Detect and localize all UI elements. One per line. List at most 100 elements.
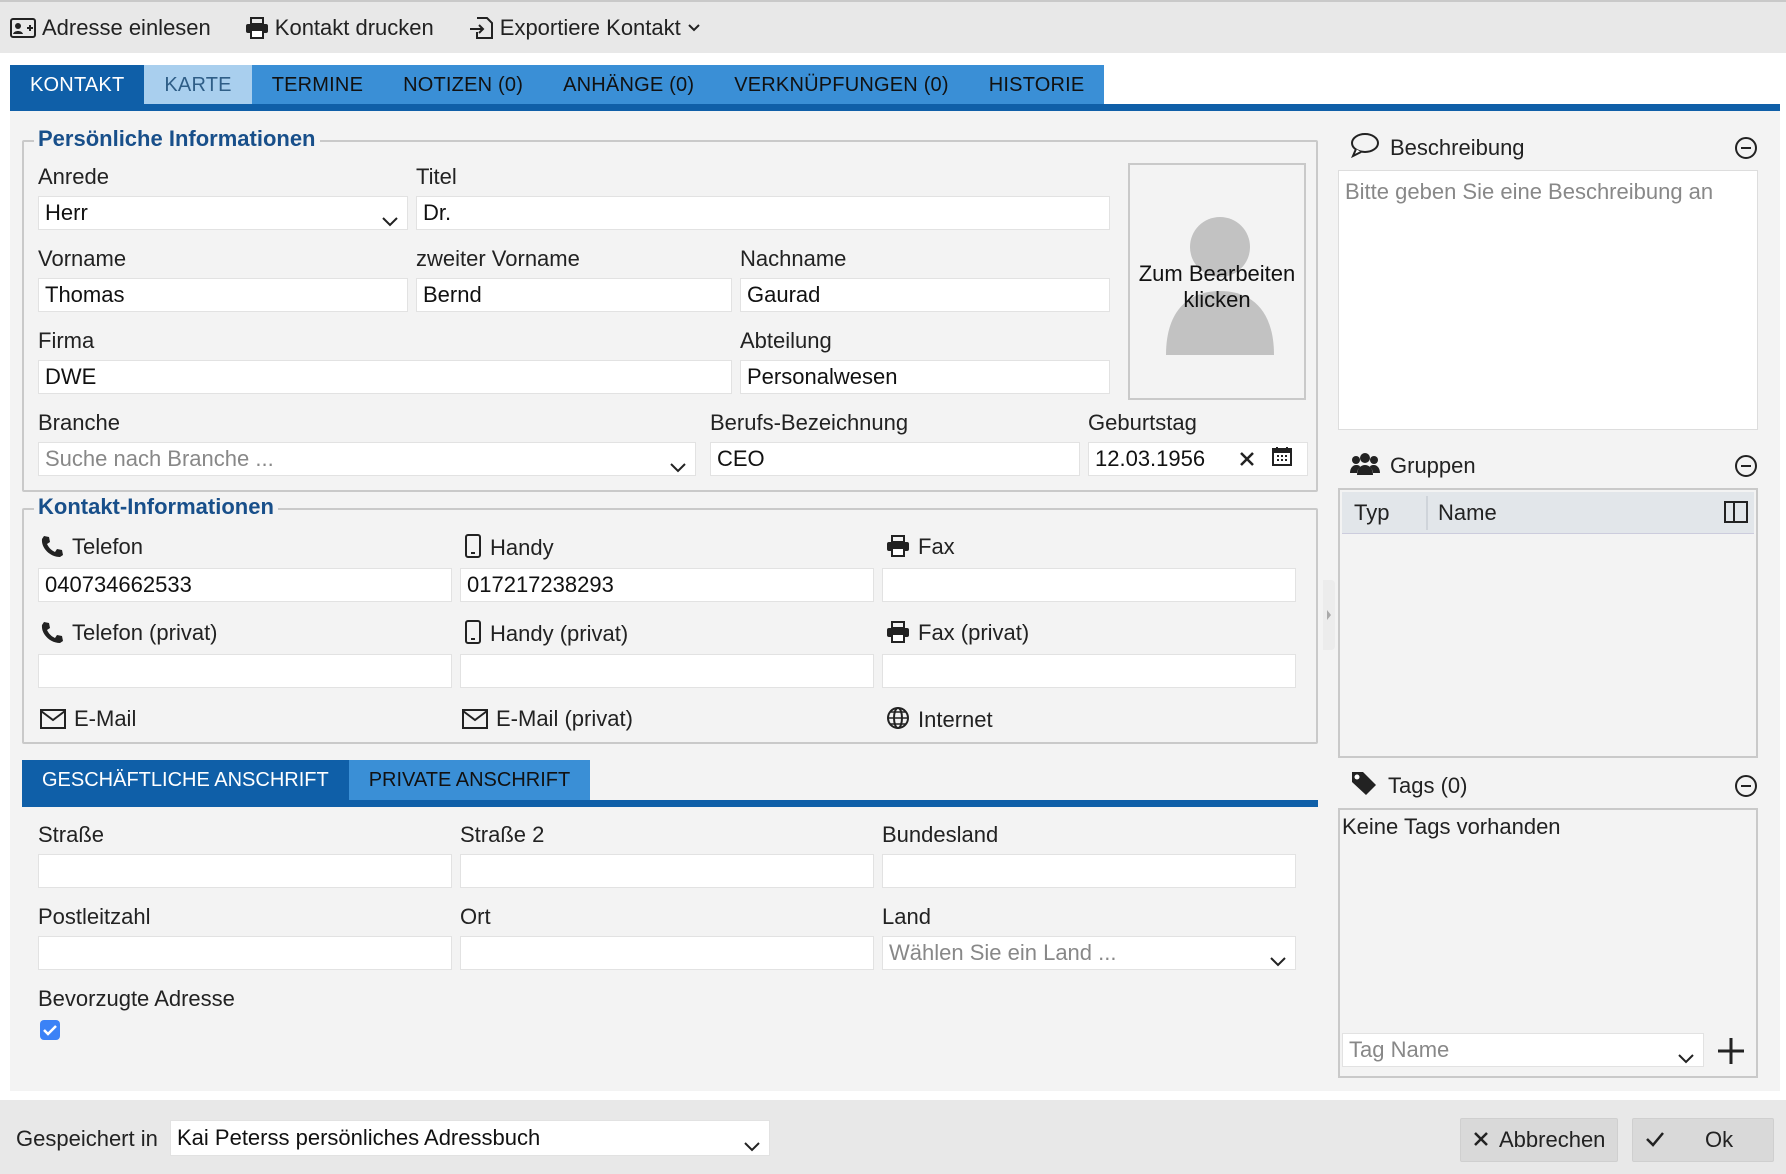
description-textarea[interactable]: Bitte geben Sie eine Beschreibung an (1338, 170, 1758, 430)
lastname-input[interactable]: Gaurad (740, 278, 1110, 312)
email-label: E-Mail (40, 706, 136, 735)
export-contact-label: Exportiere Kontakt (499, 14, 681, 40)
middlename-input[interactable]: Bernd (416, 278, 732, 312)
envelope-icon (462, 709, 488, 735)
address-book-value: Kai Peterss persönliches Adressbuch (177, 1125, 541, 1150)
preferred-address-label: Bevorzugte Adresse (38, 986, 235, 1011)
phone-private-input[interactable] (38, 654, 452, 688)
toolbar: Adresse einlesen Kontakt drucken Exporti… (0, 0, 1786, 53)
chevron-down-icon (743, 1129, 761, 1155)
envelope-icon (40, 709, 66, 735)
tab-business-address[interactable]: GESCHÄFTLICHE ANSCHRIFT (22, 760, 349, 800)
collapse-groups-icon[interactable] (1734, 454, 1758, 484)
job-title-input[interactable]: CEO (710, 442, 1080, 476)
checkmark-icon (1645, 1127, 1665, 1153)
tags-header: Tags (0) (1338, 766, 1758, 806)
groups-grid-header: Typ Name (1342, 492, 1754, 534)
salutation-value: Herr (45, 200, 88, 225)
industry-label: Branche (38, 410, 120, 435)
read-address-button[interactable]: Adresse einlesen (10, 15, 211, 41)
add-tag-icon[interactable] (1716, 1036, 1746, 1072)
state-label: Bundesland (882, 822, 999, 847)
tab-private-address[interactable]: PRIVATE ANSCHRIFT (348, 760, 591, 800)
contact-photo[interactable]: Zum Bearbeiten klicken (1128, 163, 1306, 400)
mobile-input[interactable]: 017217238293 (460, 568, 874, 602)
internet-label: Internet (886, 706, 993, 736)
salutation-label: Anrede (38, 164, 109, 189)
fax-private-label: Fax (privat) (886, 620, 1029, 649)
chevron-down-icon (381, 205, 399, 229)
phone-input[interactable]: 040734662533 (38, 568, 452, 602)
zip-input[interactable] (38, 936, 452, 970)
close-icon (1473, 1127, 1489, 1153)
street-input[interactable] (38, 854, 452, 888)
department-input[interactable]: Personalwesen (740, 360, 1110, 394)
clear-date-icon[interactable] (1238, 448, 1256, 474)
collapse-tags-icon[interactable] (1734, 774, 1758, 804)
company-input[interactable]: DWE (38, 360, 732, 394)
industry-placeholder: Suche nach Branche ... (45, 446, 274, 471)
fax-icon (886, 535, 910, 563)
tag-icon (1350, 770, 1378, 802)
firstname-input[interactable]: Thomas (38, 278, 408, 312)
middlename-label: zweiter Vorname (416, 246, 580, 271)
title-label: Titel (416, 164, 457, 189)
saved-in-label: Gespeichert in (16, 1126, 158, 1151)
cancel-button[interactable]: Abbrechen (1460, 1118, 1618, 1162)
globe-icon (886, 706, 910, 736)
main-tabs: KONTAKT KARTE TERMINE NOTIZEN (0) ANHÄNG… (10, 65, 1105, 105)
description-title: Beschreibung (1390, 135, 1525, 160)
country-label: Land (882, 904, 931, 929)
fax-private-input[interactable] (882, 654, 1296, 688)
groups-col-name[interactable]: Name (1438, 492, 1497, 534)
city-input[interactable] (460, 936, 874, 970)
calendar-icon[interactable] (1272, 446, 1292, 472)
collapse-description-icon[interactable] (1734, 136, 1758, 166)
contact-info-legend: Kontakt-Informationen (34, 494, 278, 520)
tab-notes[interactable]: NOTIZEN (0) (383, 65, 544, 105)
export-contact-button[interactable]: Exportiere Kontakt (468, 15, 701, 41)
tab-links[interactable]: VERKNÜPFUNGEN (0) (714, 65, 969, 105)
street2-input[interactable] (460, 854, 874, 888)
tab-contact[interactable]: KONTAKT (10, 65, 145, 105)
users-icon (1350, 451, 1380, 481)
photo-edit-hint: Zum Bearbeiten klicken (1138, 261, 1296, 312)
ok-button[interactable]: Ok (1632, 1118, 1774, 1162)
panel-splitter-handle[interactable] (1323, 580, 1335, 650)
print-contact-label: Kontakt drucken (274, 14, 434, 40)
personal-info-fieldset (22, 140, 1318, 492)
cancel-label: Abbrechen (1499, 1127, 1606, 1152)
industry-search-select[interactable]: Suche nach Branche ... (38, 442, 696, 476)
chevron-down-icon (1269, 945, 1287, 969)
mobile-private-input[interactable] (460, 654, 874, 688)
tab-attachments[interactable]: ANHÄNGE (0) (543, 65, 715, 105)
street2-label: Straße 2 (460, 822, 545, 847)
birthday-label: Geburtstag (1088, 410, 1197, 435)
fax-input[interactable] (882, 568, 1296, 602)
phone-icon (40, 621, 64, 649)
tab-underline (10, 104, 1780, 111)
read-address-label: Adresse einlesen (42, 14, 211, 40)
salutation-select[interactable]: Herr (38, 196, 408, 230)
preferred-address-checkbox[interactable] (40, 1020, 60, 1040)
checkmark-icon (40, 1020, 60, 1045)
footer-bar: Gespeichert in Kai Peterss persönliches … (0, 1100, 1786, 1174)
department-label: Abteilung (740, 328, 832, 353)
tab-map[interactable]: KARTE (144, 65, 252, 105)
tab-appointments[interactable]: TERMINE (251, 65, 384, 105)
mobile-icon (464, 534, 482, 564)
description-placeholder: Bitte geben Sie eine Beschreibung an (1345, 179, 1714, 204)
country-select[interactable]: Wählen Sie ein Land ... (882, 936, 1296, 970)
groups-col-type[interactable]: Typ (1354, 492, 1389, 534)
lastname-label: Nachname (740, 246, 847, 271)
print-contact-button[interactable]: Kontakt drucken (245, 15, 434, 41)
address-book-select[interactable]: Kai Peterss persönliches Adressbuch (170, 1120, 770, 1156)
columns-icon[interactable] (1724, 501, 1748, 529)
tab-history[interactable]: HISTORIE (968, 65, 1105, 105)
title-input[interactable]: Dr. (416, 196, 1110, 230)
tag-name-input[interactable]: Tag Name (1342, 1033, 1704, 1067)
country-placeholder: Wählen Sie ein Land ... (889, 940, 1117, 965)
mobile-private-label: Handy (privat) (464, 620, 628, 650)
state-input[interactable] (882, 854, 1296, 888)
city-label: Ort (460, 904, 491, 929)
